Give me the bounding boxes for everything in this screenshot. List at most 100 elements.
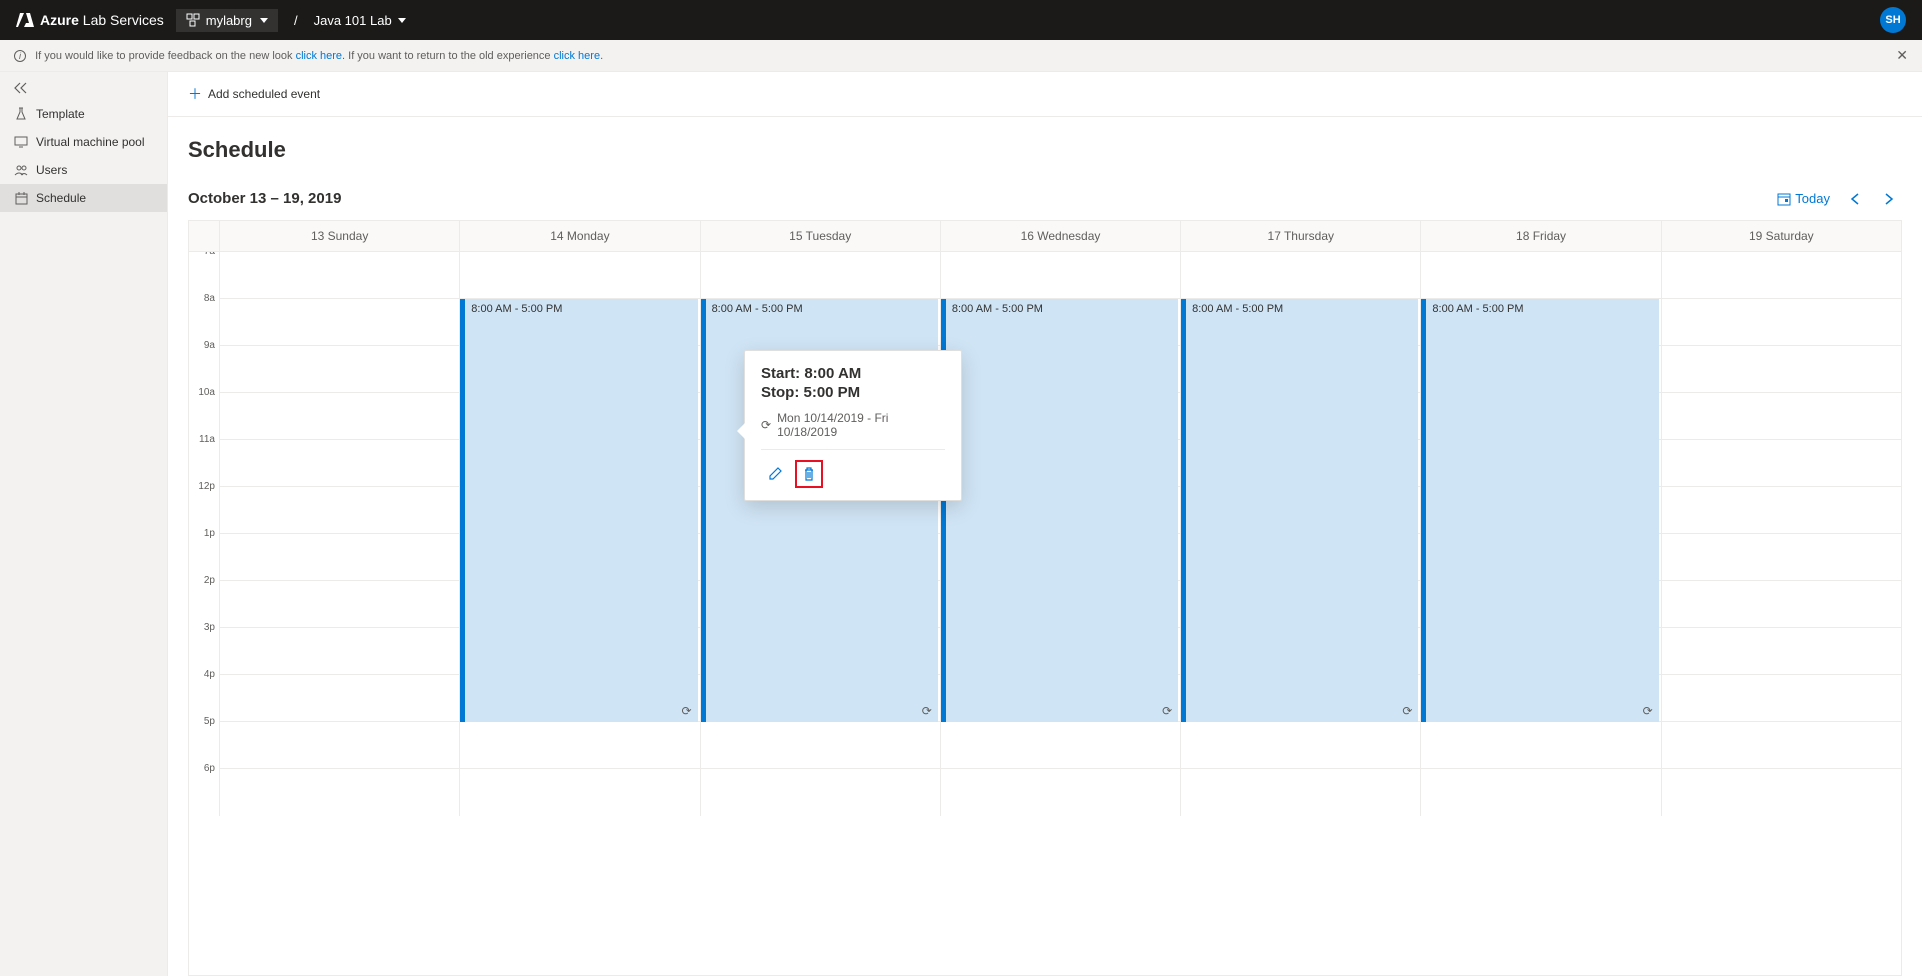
- day-column-fri[interactable]: 8:00 AM - 5:00 PM⟳: [1420, 252, 1660, 816]
- hour-label: 11a: [189, 434, 219, 481]
- day-header-sat: 19 Saturday: [1661, 221, 1901, 251]
- sidebar-item-label: Virtual machine pool: [36, 135, 145, 149]
- main-layout: Template Virtual machine pool Users Sche…: [0, 72, 1922, 976]
- hour-label: 7a: [189, 252, 219, 293]
- brand-lab-services: Lab Services: [83, 12, 164, 28]
- hour-label: 8a: [189, 293, 219, 340]
- add-scheduled-event-button[interactable]: ＋ Add scheduled event: [184, 80, 324, 108]
- sidebar-item-vm-pool[interactable]: Virtual machine pool: [0, 128, 167, 156]
- calendar-header: October 13 – 19, 2019 Today: [188, 187, 1902, 210]
- calendar-body[interactable]: 7a 8a 9a 10a 11a 12p 1p 2p 3p 4p 5p 6p: [189, 252, 1901, 975]
- today-button[interactable]: Today: [1773, 187, 1834, 210]
- recurrence-icon: ⟳: [1643, 704, 1653, 718]
- sidebar-item-schedule[interactable]: Schedule: [0, 184, 167, 212]
- trash-icon: [802, 467, 816, 481]
- recurrence-icon: ⟳: [922, 704, 932, 718]
- top-bar: Azure Lab Services mylabrg / Java 101 La…: [0, 0, 1922, 40]
- content-area: Schedule October 13 – 19, 2019 Today 13 …: [168, 117, 1922, 976]
- popover-stop: Stop: 5:00 PM: [761, 384, 945, 401]
- hour-label: 1p: [189, 528, 219, 575]
- resource-group-icon: [186, 13, 200, 27]
- azure-logo-icon: [16, 11, 34, 29]
- day-column-wed[interactable]: 8:00 AM - 5:00 PM⟳: [940, 252, 1180, 816]
- recurrence-icon: ⟳: [682, 704, 692, 718]
- brand-azure: Azure: [40, 12, 79, 28]
- hour-label: 5p: [189, 716, 219, 763]
- day-column-sat[interactable]: [1661, 252, 1901, 816]
- info-icon: i: [14, 50, 26, 62]
- day-column-sun[interactable]: [219, 252, 459, 816]
- day-header-fri: 18 Friday: [1420, 221, 1660, 251]
- popover-recurrence: ⟳ Mon 10/14/2019 - Fri 10/18/2019: [761, 411, 945, 450]
- day-header-thu: 17 Thursday: [1180, 221, 1420, 251]
- lab-selector[interactable]: Java 101 Lab: [314, 13, 406, 28]
- calendar-icon: [14, 191, 28, 205]
- next-week-button[interactable]: [1876, 189, 1902, 209]
- delete-event-button[interactable]: [795, 460, 823, 488]
- calendar-today-icon: [1777, 192, 1791, 206]
- page-title: Schedule: [188, 137, 1902, 163]
- event-popover: Start: 8:00 AM Stop: 5:00 PM ⟳ Mon 10/14…: [744, 350, 962, 501]
- feedback-link[interactable]: click here: [296, 50, 342, 62]
- plus-icon: ＋: [188, 84, 202, 104]
- day-headers: 13 Sunday 14 Monday 15 Tuesday 16 Wednes…: [189, 221, 1901, 252]
- sidebar: Template Virtual machine pool Users Sche…: [0, 72, 168, 976]
- lab-name: Java 101 Lab: [314, 13, 392, 28]
- day-header-sun: 13 Sunday: [219, 221, 459, 251]
- feedback-bar: i If you would like to provide feedback …: [0, 40, 1922, 72]
- sidebar-item-label: Schedule: [36, 191, 86, 205]
- recurrence-icon: ⟳: [1402, 704, 1412, 718]
- toolbar: ＋ Add scheduled event: [168, 72, 1922, 117]
- collapse-icon: [14, 82, 28, 94]
- chevron-down-icon: [398, 18, 406, 23]
- hour-label: 3p: [189, 622, 219, 669]
- breadcrumb-separator: /: [294, 13, 298, 28]
- users-icon: [14, 163, 28, 177]
- calendar-grid: 13 Sunday 14 Monday 15 Tuesday 16 Wednes…: [188, 220, 1902, 976]
- recurrence-icon: ⟳: [1162, 704, 1172, 718]
- resource-group-name: mylabrg: [206, 13, 252, 28]
- hour-label: 10a: [189, 387, 219, 434]
- day-header-tue: 15 Tuesday: [700, 221, 940, 251]
- prev-week-button[interactable]: [1842, 189, 1868, 209]
- schedule-event[interactable]: 8:00 AM - 5:00 PM⟳: [460, 299, 697, 722]
- calendar-controls: Today: [1773, 187, 1902, 210]
- day-column-thu[interactable]: 8:00 AM - 5:00 PM⟳: [1180, 252, 1420, 816]
- sidebar-item-label: Template: [36, 107, 85, 121]
- day-column-tue[interactable]: 8:00 AM - 5:00 PM⟳: [700, 252, 940, 816]
- add-event-label: Add scheduled event: [208, 87, 320, 101]
- brand-logo[interactable]: Azure Lab Services: [16, 11, 164, 29]
- schedule-event[interactable]: 8:00 AM - 5:00 PM⟳: [1181, 299, 1418, 722]
- main-content: ＋ Add scheduled event Schedule October 1…: [168, 72, 1922, 976]
- resource-group-selector[interactable]: mylabrg: [176, 9, 278, 32]
- edit-event-button[interactable]: [761, 460, 789, 488]
- day-header-wed: 16 Wednesday: [940, 221, 1180, 251]
- feedback-text: i If you would like to provide feedback …: [14, 50, 603, 62]
- user-avatar[interactable]: SH: [1880, 7, 1906, 33]
- hour-label: 9a: [189, 340, 219, 387]
- collapse-sidebar-button[interactable]: [0, 76, 167, 100]
- chevron-down-icon: [260, 18, 268, 23]
- hour-label: 12p: [189, 481, 219, 528]
- sidebar-item-label: Users: [36, 163, 67, 177]
- day-header-mon: 14 Monday: [459, 221, 699, 251]
- old-experience-link[interactable]: click here: [554, 50, 600, 62]
- sidebar-item-template[interactable]: Template: [0, 100, 167, 128]
- time-gutter: 7a 8a 9a 10a 11a 12p 1p 2p 3p 4p 5p 6p: [189, 252, 219, 816]
- day-column-mon[interactable]: 8:00 AM - 5:00 PM⟳: [459, 252, 699, 816]
- recurrence-icon: ⟳: [761, 418, 771, 432]
- popover-start: Start: 8:00 AM: [761, 365, 945, 382]
- top-bar-left: Azure Lab Services mylabrg / Java 101 La…: [16, 9, 406, 32]
- hour-label: 2p: [189, 575, 219, 622]
- monitor-icon: [14, 135, 28, 149]
- popover-actions: [761, 460, 945, 488]
- hour-label: 4p: [189, 669, 219, 716]
- schedule-event[interactable]: 8:00 AM - 5:00 PM⟳: [1421, 299, 1658, 722]
- schedule-event[interactable]: 8:00 AM - 5:00 PM⟳: [941, 299, 1178, 722]
- sidebar-item-users[interactable]: Users: [0, 156, 167, 184]
- hour-label: 6p: [189, 763, 219, 810]
- close-icon[interactable]: ✕: [1896, 47, 1908, 64]
- time-gutter-header: [189, 221, 219, 251]
- today-label: Today: [1795, 191, 1830, 206]
- pencil-icon: [768, 467, 782, 481]
